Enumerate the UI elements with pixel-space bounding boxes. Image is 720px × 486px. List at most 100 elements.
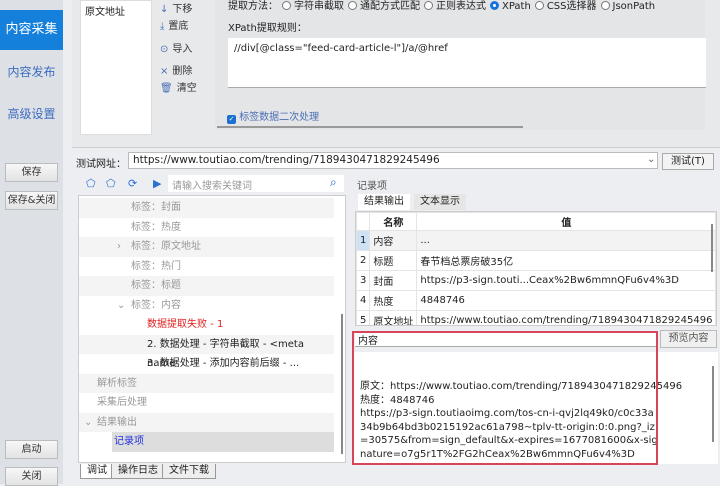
- trash-icon: 🗑: [160, 83, 173, 94]
- column-header-name[interactable]: 名称: [369, 212, 418, 231]
- tree-row[interactable]: 标签：热门: [79, 257, 334, 277]
- tree-row[interactable]: › 标签：原文地址: [79, 237, 334, 257]
- tag-item[interactable]: 原文地址: [85, 3, 147, 18]
- highlight-box: [352, 331, 658, 465]
- tree-row-label: 记录项: [114, 436, 144, 447]
- row-number: 4: [356, 290, 371, 311]
- tab-operation-log[interactable]: 操作日志: [111, 464, 165, 479]
- horizontal-scrollbar[interactable]: [217, 126, 523, 128]
- nav-content-publish[interactable]: 内容发布: [0, 52, 63, 92]
- tree-row-selected[interactable]: 记录项: [112, 432, 334, 452]
- chevron-down-icon[interactable]: ⌄: [117, 296, 125, 316]
- radio-label: 通配方式匹配: [360, 1, 420, 12]
- xpath-label: XPath提取规则：: [228, 23, 307, 34]
- cell-value: ...: [416, 230, 716, 251]
- expand-icon[interactable]: ⬠: [106, 177, 116, 190]
- tree-row-label: 标签：标题: [131, 280, 181, 291]
- tree-row-error[interactable]: 数据提取失败 - 1: [79, 315, 334, 335]
- row-header-corner: [356, 212, 371, 231]
- nav-content-collect[interactable]: 内容采集: [0, 10, 63, 50]
- records-table: 名称值 1 内容... 2 标题 春节档总票房破35亿 3 封面 https://p3-s…: [355, 211, 717, 326]
- search-icon[interactable]: ⌕: [330, 175, 337, 190]
- table-row[interactable]: 3 封面 https://p3-sign.touti...Ceax%2Bw6mmnQ…: [356, 270, 716, 291]
- tree-row[interactable]: 标签：热度: [79, 218, 334, 238]
- close-button[interactable]: 关闭: [5, 467, 58, 486]
- chevron-down-icon[interactable]: ⌄: [647, 154, 655, 165]
- table-row[interactable]: 5 原文地址 https://www.toutiao.com/trending/71…: [356, 310, 716, 325]
- save-close-button[interactable]: 保存&关闭: [5, 191, 58, 210]
- vertical-scrollbar[interactable]: [712, 366, 714, 442]
- import-button[interactable]: ⊙ 导入: [160, 40, 192, 55]
- chevron-down-icon[interactable]: ⌄: [84, 413, 92, 433]
- secondary-process-checkbox[interactable]: ✓ 标签数据二次处理: [227, 108, 319, 124]
- table-row[interactable]: 2 标题 春节档总票房破35亿: [356, 250, 716, 271]
- radio-label: 正则表达式: [436, 1, 486, 12]
- import-icon: ⊙: [160, 44, 169, 55]
- chevron-right-icon[interactable]: ›: [117, 237, 121, 257]
- radio-jsonpath[interactable]: [600, 1, 610, 10]
- tab-debug[interactable]: 调试: [80, 464, 114, 479]
- move-down-button[interactable]: ↓ 下移: [160, 0, 192, 15]
- move-bottom-button[interactable]: ⤓ 置底: [160, 17, 188, 32]
- table-row[interactable]: 4 热度 4848746: [356, 290, 716, 311]
- tree-row-label: 采集后处理: [97, 397, 147, 408]
- arrow-bottom-icon: ⤓: [160, 21, 165, 32]
- method-label: 提取方法：: [228, 1, 278, 12]
- tree-row-label: 标签：内容: [131, 299, 181, 311]
- preview-content-button[interactable]: 预览内容: [660, 330, 717, 348]
- test-button[interactable]: 测试(T): [662, 153, 714, 170]
- column-header-value[interactable]: 值: [416, 212, 716, 231]
- tree-row[interactable]: ⌄ 结果输出: [79, 412, 334, 433]
- save-button[interactable]: 保存: [5, 163, 58, 182]
- cell-name: 内容: [369, 230, 418, 251]
- radio-regex[interactable]: [424, 1, 433, 10]
- check-icon: ✓: [227, 115, 236, 124]
- radio-wildcard[interactable]: [348, 1, 357, 10]
- vertical-scrollbar[interactable]: [711, 224, 713, 272]
- row-number: 5: [356, 310, 371, 325]
- collapse-icon[interactable]: ⬠: [86, 177, 96, 190]
- tree-row-label: 标签：热门: [131, 260, 181, 272]
- start-button[interactable]: 启动: [5, 440, 58, 459]
- cell-name: 热度: [369, 290, 418, 311]
- play-icon[interactable]: ▶: [153, 177, 161, 190]
- cell-name: 封面: [369, 270, 418, 291]
- refresh-icon[interactable]: ⟳: [128, 177, 137, 190]
- tree-row[interactable]: 标签：封面: [79, 198, 334, 218]
- row-number: 2: [356, 250, 371, 271]
- tree-search-input[interactable]: 请输入搜索关键词: [168, 175, 344, 192]
- table-row[interactable]: 1 内容...: [356, 230, 716, 251]
- cell-value: https://www.toutiao.com/trending/7189430…: [416, 310, 716, 325]
- tree-row-label: 数据提取失败 - 1: [147, 319, 224, 330]
- tree-row[interactable]: 解析标签: [79, 373, 334, 393]
- rule-tree: 标签：封面 标签：热度 › 标签：原文地址 标签：热门 标签：标题 ⌄ 标签：内容 …: [78, 195, 346, 463]
- tree-row[interactable]: 标签：标题: [79, 276, 334, 296]
- tree-row[interactable]: 3. 数据处理 - 添加内容前后缀 - ...: [79, 354, 334, 374]
- tree-row[interactable]: ⌄ 标签：内容: [79, 296, 334, 316]
- radio-string-cut[interactable]: [282, 1, 291, 10]
- tree-row[interactable]: 采集后处理: [79, 393, 334, 413]
- cell-value: https://p3-sign.touti...Ceax%2Bw6mmnQFu6…: [416, 270, 716, 291]
- vertical-scrollbar[interactable]: [341, 314, 343, 454]
- tab-text-display[interactable]: 文本显示: [414, 194, 466, 210]
- close-icon: ×: [160, 66, 169, 77]
- row-number: 1: [356, 230, 371, 251]
- radio-xpath[interactable]: [490, 1, 499, 10]
- test-url-input[interactable]: https://www.toutiao.com/trending/7189430…: [128, 152, 658, 169]
- row-number: 3: [356, 270, 371, 291]
- tag-list[interactable]: 原文地址: [80, 0, 152, 135]
- xpath-input[interactable]: //div[@class="feed-card-article-l"]/a/@h…: [228, 38, 706, 88]
- arrow-down-icon: ↓: [160, 4, 169, 15]
- cell-value: 4848746: [416, 290, 716, 311]
- nav-advanced-settings[interactable]: 高级设置: [0, 94, 63, 134]
- radio-css[interactable]: [534, 1, 544, 10]
- tab-result-output[interactable]: 结果输出: [358, 194, 410, 210]
- cell-value: 春节档总票房破35亿: [416, 250, 716, 271]
- delete-button[interactable]: × 删除: [160, 62, 192, 77]
- clear-button[interactable]: 🗑 清空: [160, 79, 197, 94]
- cell-name: 标题: [369, 250, 418, 271]
- tree-row[interactable]: 2. 数据处理 - 字符串截取 - <meta name: [79, 334, 334, 369]
- tab-file-download[interactable]: 文件下载: [162, 464, 216, 479]
- records-title: 记录项: [357, 181, 387, 192]
- radio-label: 字符串截取: [294, 1, 344, 12]
